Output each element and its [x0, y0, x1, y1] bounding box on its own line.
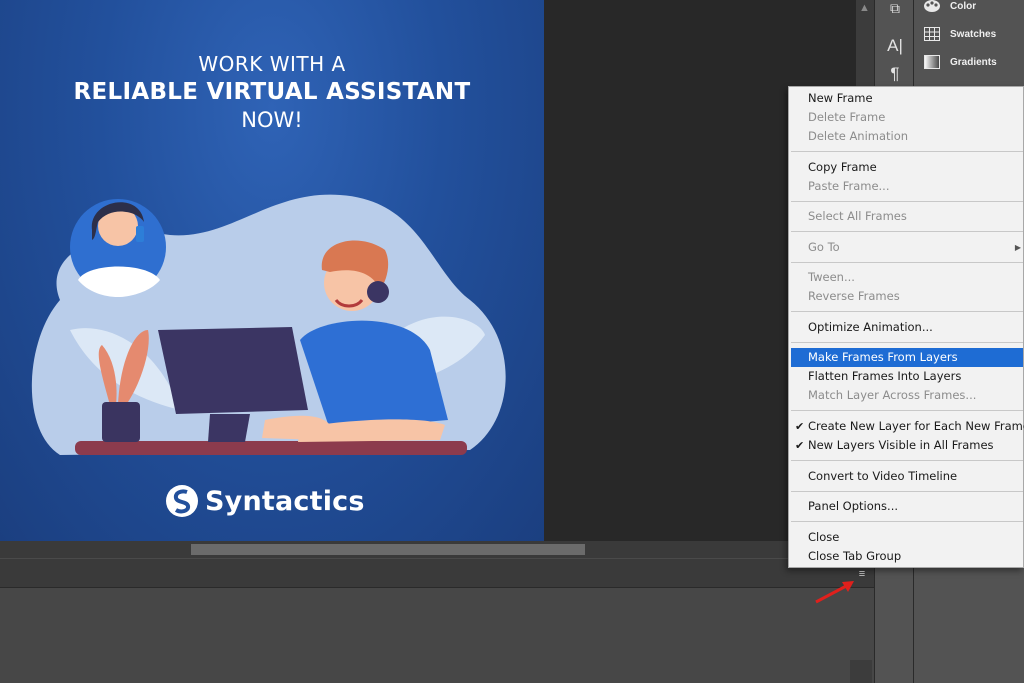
- menu-item-delete-frame[interactable]: Delete Frame: [791, 108, 1023, 127]
- menu-item-create-new-layer-each-frame[interactable]: ✔ Create New Layer for Each New Frame: [791, 417, 1024, 436]
- panel-gradients-label: Gradients: [950, 56, 997, 68]
- menu-separator: [791, 201, 1023, 202]
- timeline-scrollbar[interactable]: [850, 660, 872, 683]
- menu-item-select-all-frames[interactable]: Select All Frames: [791, 207, 1023, 226]
- menu-item-convert-to-video-timeline[interactable]: Convert to Video Timeline: [791, 467, 1023, 486]
- brand-name: Syntactics: [205, 485, 365, 517]
- horizontal-scrollbar[interactable]: [0, 541, 856, 558]
- menu-item-label: Select All Frames: [808, 209, 907, 223]
- panel-swatches[interactable]: Swatches: [914, 21, 1024, 47]
- menu-item-make-frames-from-layers[interactable]: Make Frames From Layers: [791, 348, 1023, 367]
- menu-item-new-frame[interactable]: New Frame: [791, 89, 1023, 108]
- headline-line-1: WORK WITH A: [198, 52, 346, 76]
- menu-item-optimize-animation[interactable]: Optimize Animation...: [791, 318, 1023, 337]
- panel-color[interactable]: Color: [914, 0, 1024, 19]
- menu-item-label: Paste Frame...: [808, 179, 890, 193]
- character-icon[interactable]: A|: [875, 36, 915, 56]
- menu-item-reverse-frames[interactable]: Reverse Frames: [791, 287, 1023, 306]
- checkmark-icon: ✔: [795, 420, 805, 433]
- menu-item-label: New Layers Visible in All Frames: [808, 438, 994, 452]
- hamburger-menu-icon: ≡: [858, 568, 866, 580]
- paragraph-icon[interactable]: ¶: [875, 64, 915, 84]
- menu-item-label: Make Frames From Layers: [808, 350, 958, 364]
- menu-separator: [791, 521, 1023, 522]
- menu-item-tween[interactable]: Tween...: [791, 268, 1023, 287]
- menu-item-label: Close: [808, 530, 840, 544]
- swatches-grid-icon: [924, 27, 940, 41]
- menu-item-label: Go To: [808, 240, 840, 254]
- menu-item-close-tab-group[interactable]: Close Tab Group: [791, 547, 1023, 566]
- menu-item-label: Match Layer Across Frames...: [808, 388, 977, 402]
- menu-item-new-layers-visible-all-frames[interactable]: ✔ New Layers Visible in All Frames: [791, 436, 1023, 455]
- menu-item-flatten-frames-into-layers[interactable]: Flatten Frames Into Layers: [791, 367, 1023, 386]
- panel-color-label: Color: [950, 0, 977, 12]
- menu-separator: [791, 151, 1023, 152]
- menu-item-label: Convert to Video Timeline: [808, 469, 958, 483]
- headline-line-3: NOW!: [241, 108, 303, 132]
- menu-separator: [791, 311, 1023, 312]
- menu-item-label: Delete Frame: [808, 110, 886, 124]
- palette-icon: [924, 0, 940, 12]
- menu-separator: [791, 262, 1023, 263]
- syntactics-logo-icon: [166, 485, 198, 517]
- brand-logo: Syntactics: [165, 484, 365, 518]
- history-brush-icon[interactable]: ⧉: [875, 0, 915, 17]
- menu-item-copy-frame[interactable]: Copy Frame: [791, 158, 1023, 177]
- menu-item-label: Optimize Animation...: [808, 320, 933, 334]
- menu-separator: [791, 410, 1023, 411]
- menu-separator: [791, 491, 1023, 492]
- menu-item-paste-frame[interactable]: Paste Frame...: [791, 177, 1023, 196]
- panel-swatches-label: Swatches: [950, 28, 997, 40]
- menu-item-label: Tween...: [808, 270, 855, 284]
- menu-separator: [791, 231, 1023, 232]
- red-arrow-annotation-icon: [815, 581, 854, 604]
- scroll-up-arrow-icon[interactable]: ▲: [859, 2, 870, 14]
- gradient-icon: [924, 55, 940, 69]
- timeline-panel-menu: New Frame Delete Frame Delete Animation …: [788, 86, 1024, 568]
- menu-item-label: Create New Layer for Each New Frame: [808, 419, 1024, 433]
- canvas-artwork[interactable]: WORK WITH A RELIABLE VIRTUAL ASSISTANT N…: [0, 0, 544, 541]
- menu-item-label: Delete Animation: [808, 129, 909, 143]
- menu-item-match-layer-across-frames[interactable]: Match Layer Across Frames...: [791, 386, 1023, 405]
- menu-item-label: Flatten Frames Into Layers: [808, 369, 962, 383]
- menu-separator: [791, 342, 1023, 343]
- menu-item-label: Panel Options...: [808, 499, 899, 513]
- checkmark-icon: ✔: [795, 439, 805, 452]
- menu-item-go-to[interactable]: Go To ▶: [791, 238, 1023, 257]
- menu-item-label: Copy Frame: [808, 160, 877, 174]
- panel-gradients[interactable]: Gradients: [914, 49, 1024, 75]
- headline-line-2: RELIABLE VIRTUAL ASSISTANT: [73, 79, 471, 105]
- menu-item-label: Reverse Frames: [808, 289, 900, 303]
- menu-item-label: New Frame: [808, 91, 873, 105]
- menu-item-delete-animation[interactable]: Delete Animation: [791, 127, 1023, 146]
- horizontal-scrollbar-thumb[interactable]: [191, 544, 585, 555]
- menu-separator: [791, 460, 1023, 461]
- submenu-arrow-icon: ▶: [1014, 243, 1021, 252]
- timeline-panel-body: [0, 588, 874, 683]
- timeline-panel-header: [0, 558, 874, 588]
- menu-item-label: Close Tab Group: [808, 549, 902, 563]
- menu-item-close[interactable]: Close: [791, 528, 1023, 547]
- menu-item-panel-options[interactable]: Panel Options...: [791, 497, 1023, 516]
